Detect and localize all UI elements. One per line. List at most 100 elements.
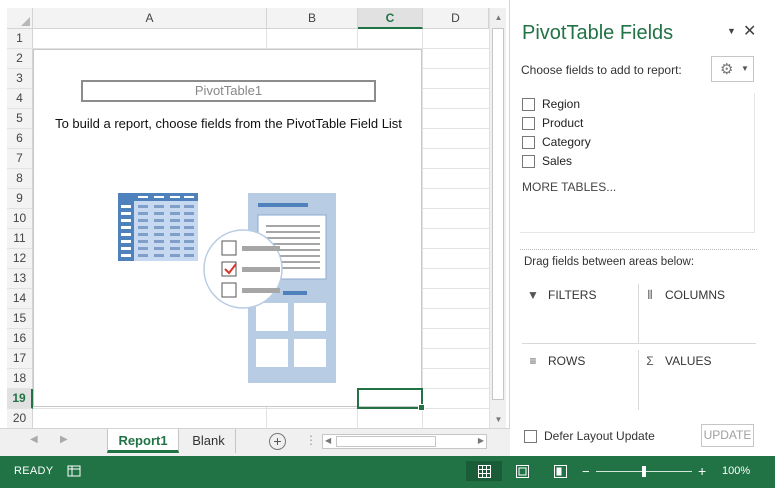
sheet-tab-blank[interactable]: Blank bbox=[182, 429, 236, 453]
row-header-13[interactable]: 13 bbox=[7, 269, 33, 289]
defer-layout-update-row[interactable]: Defer Layout Update bbox=[524, 428, 655, 444]
defer-layout-label: Defer Layout Update bbox=[544, 429, 655, 443]
macro-recording-icon[interactable] bbox=[66, 461, 82, 481]
horizontal-scroll-thumb[interactable] bbox=[336, 436, 436, 447]
zoom-in-icon[interactable]: + bbox=[698, 463, 706, 479]
zoom-slider-thumb[interactable] bbox=[642, 466, 646, 477]
field-item-category[interactable]: Category bbox=[522, 134, 591, 150]
filter-icon: ▼ bbox=[527, 288, 539, 302]
close-icon[interactable]: ✕ bbox=[743, 21, 756, 41]
row-header-1[interactable]: 1 bbox=[7, 29, 33, 49]
select-all-corner[interactable] bbox=[7, 8, 33, 29]
row-header-3[interactable]: 3 bbox=[7, 69, 33, 89]
choose-fields-label: Choose fields to add to report: bbox=[521, 63, 682, 77]
sigma-icon: Σ bbox=[646, 354, 654, 368]
row-header-8[interactable]: 8 bbox=[7, 169, 33, 189]
field-checkbox[interactable] bbox=[522, 116, 535, 130]
field-label: Sales bbox=[542, 154, 573, 168]
row-header-2[interactable]: 2 bbox=[7, 49, 33, 69]
scroll-left-arrow-icon[interactable]: ◀ bbox=[325, 436, 331, 445]
gear-icon: ⚙ bbox=[720, 61, 734, 78]
row-header-15[interactable]: 15 bbox=[7, 309, 33, 329]
chevron-down-icon: ▼ bbox=[741, 64, 749, 73]
defer-layout-checkbox[interactable] bbox=[524, 429, 537, 443]
column-header-a[interactable]: A bbox=[33, 8, 267, 29]
column-header-d[interactable]: D bbox=[423, 8, 489, 29]
row-header-10[interactable]: 10 bbox=[7, 209, 33, 229]
active-cell-c19[interactable] bbox=[357, 388, 425, 411]
pane-title: PivotTable Fields bbox=[522, 22, 674, 44]
row-header-7[interactable]: 7 bbox=[7, 149, 33, 169]
rows-label: ROWS bbox=[548, 354, 586, 368]
drag-fields-label: Drag fields between areas below: bbox=[524, 256, 695, 268]
prev-sheet-icon[interactable]: ◀ bbox=[30, 434, 38, 445]
columns-area[interactable]: ⦀ COLUMNS bbox=[639, 284, 756, 344]
scroll-down-arrow-icon[interactable]: ▼ bbox=[490, 412, 507, 428]
columns-label: COLUMNS bbox=[665, 288, 726, 302]
filters-label: FILTERS bbox=[548, 288, 597, 302]
row-header-18[interactable]: 18 bbox=[7, 369, 33, 389]
field-checkbox[interactable] bbox=[522, 135, 535, 149]
field-label: Product bbox=[542, 116, 584, 130]
normal-view-icon[interactable] bbox=[466, 461, 502, 481]
row-header-20[interactable]: 20 bbox=[7, 409, 33, 429]
row-header-11[interactable]: 11 bbox=[7, 229, 33, 249]
filters-area[interactable]: ▼ FILTERS bbox=[522, 284, 639, 344]
filters-area-header: ▼ FILTERS bbox=[526, 287, 596, 303]
columns-icon: ⦀ bbox=[647, 287, 653, 302]
horizontal-scrollbar[interactable]: ◀ ▶ bbox=[322, 434, 487, 449]
row-header-9[interactable]: 9 bbox=[7, 189, 33, 209]
column-header-c[interactable]: C bbox=[358, 8, 423, 29]
row-header-12[interactable]: 12 bbox=[7, 249, 33, 269]
column-header-b[interactable]: B bbox=[267, 8, 358, 29]
field-label: Region bbox=[542, 97, 581, 111]
status-bar: READY − + 100% bbox=[0, 456, 775, 488]
row-header-4[interactable]: 4 bbox=[7, 89, 33, 109]
page-layout-view-icon[interactable] bbox=[512, 461, 532, 481]
pivot-table-name: PivotTable1 bbox=[81, 80, 376, 102]
add-sheet-icon[interactable]: + bbox=[269, 433, 286, 450]
field-checkbox[interactable] bbox=[522, 97, 535, 111]
field-checkbox[interactable] bbox=[522, 154, 535, 168]
field-item-sales[interactable]: Sales bbox=[522, 153, 572, 169]
rows-area-header: ≡ ROWS bbox=[526, 353, 585, 369]
status-text: READY bbox=[14, 465, 54, 477]
tab-split-handle-icon[interactable]: ⋮ bbox=[305, 433, 317, 447]
scroll-up-arrow-icon[interactable]: ▲ bbox=[490, 10, 507, 26]
field-label: Category bbox=[542, 135, 591, 149]
values-label: VALUES bbox=[665, 354, 712, 368]
scroll-right-arrow-icon[interactable]: ▶ bbox=[478, 436, 484, 445]
more-tables-link[interactable]: MORE TABLES... bbox=[522, 180, 616, 194]
field-item-product[interactable]: Product bbox=[522, 115, 583, 131]
sheet-tab-bar: ◀ ▶ Report1 Blank + ⋮ ◀ ▶ bbox=[0, 428, 510, 456]
pivottable-fields-pane: PivotTable Fields ▼ ✕ Choose fields to a… bbox=[510, 0, 775, 456]
field-list-tools-button[interactable]: ⚙ ▼ bbox=[711, 56, 754, 82]
row-header-17[interactable]: 17 bbox=[7, 349, 33, 369]
pivot-illustration-icon bbox=[118, 193, 336, 383]
row-header-16[interactable]: 16 bbox=[7, 329, 33, 349]
update-button[interactable]: UPDATE bbox=[701, 424, 754, 447]
column-gridline bbox=[422, 29, 423, 428]
values-area-header: Σ VALUES bbox=[643, 353, 711, 369]
rows-area[interactable]: ≡ ROWS bbox=[522, 350, 639, 410]
field-item-region[interactable]: Region bbox=[522, 96, 580, 112]
zoom-percentage[interactable]: 100% bbox=[722, 465, 750, 477]
pivot-hint-text: To build a report, choose fields from th… bbox=[55, 116, 402, 131]
row-header-6[interactable]: 6 bbox=[7, 129, 33, 149]
sheet-tab-report1[interactable]: Report1 bbox=[107, 429, 179, 453]
next-sheet-icon[interactable]: ▶ bbox=[60, 434, 68, 445]
vertical-scrollbar[interactable]: ▲ ▼ bbox=[489, 8, 506, 428]
pivot-table-placeholder[interactable]: PivotTable1 To build a report, choose fi… bbox=[33, 49, 422, 407]
zoom-out-icon[interactable]: − bbox=[582, 464, 590, 479]
row-header-5[interactable]: 5 bbox=[7, 109, 33, 129]
rows-icon: ≡ bbox=[529, 354, 537, 368]
row-header-19[interactable]: 19 bbox=[7, 389, 33, 409]
pane-splitter[interactable] bbox=[520, 249, 757, 250]
row-header-14[interactable]: 14 bbox=[7, 289, 33, 309]
columns-area-header: ⦀ COLUMNS bbox=[643, 287, 725, 303]
values-area[interactable]: Σ VALUES bbox=[639, 350, 756, 410]
pane-options-chevron-icon[interactable]: ▼ bbox=[727, 26, 736, 36]
worksheet-grid[interactable]: A B C D 1 2 3 4 5 6 7 8 9 10 11 12 13 14 15 16 17 18 19 20 … bbox=[0, 0, 510, 456]
page-break-preview-icon[interactable] bbox=[550, 461, 570, 481]
vertical-scroll-thumb[interactable] bbox=[492, 28, 504, 400]
